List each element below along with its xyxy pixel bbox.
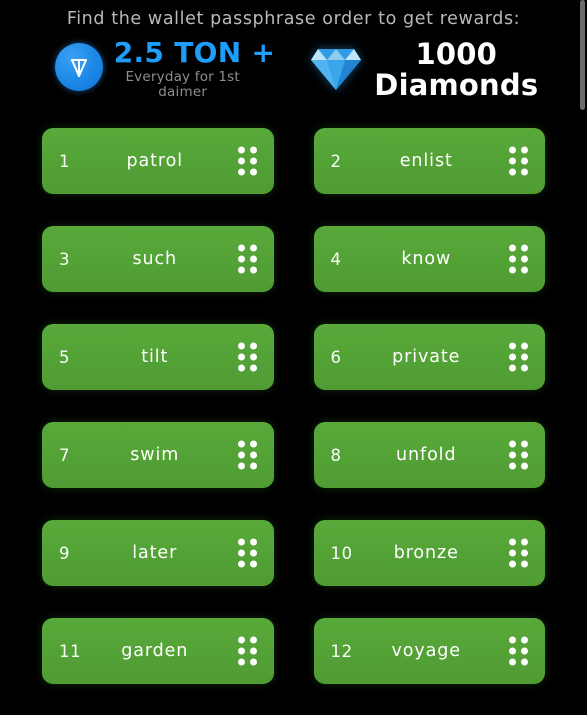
drag-handle-icon[interactable] (237, 342, 257, 372)
word-tile[interactable]: 1 patrol (42, 128, 274, 195)
drag-handle-icon[interactable] (237, 538, 257, 568)
drag-handle-icon[interactable] (237, 636, 257, 666)
reward-ton: 2.5 TON + Everyday for 1st daimer (54, 38, 276, 100)
drag-handle-icon[interactable] (237, 244, 257, 274)
ton-subtitle: Everyday for 1st daimer (125, 68, 240, 100)
drag-handle-icon[interactable] (509, 146, 528, 176)
drag-handle-icon[interactable] (509, 342, 528, 372)
tile-number: 7 (59, 445, 71, 465)
ton-logo-icon (54, 43, 103, 91)
tile-number: 12 (330, 641, 353, 661)
drag-handle-icon[interactable] (509, 244, 528, 274)
drag-handle-icon[interactable] (509, 440, 528, 470)
word-tile[interactable]: 11 garden (42, 618, 274, 685)
drag-handle-icon[interactable] (509, 538, 528, 568)
diamond-gem-icon (309, 41, 363, 97)
scrollbar-track[interactable] (580, 0, 587, 715)
tile-number: 1 (59, 151, 71, 171)
drag-handle-icon[interactable] (237, 440, 257, 470)
tile-number: 6 (330, 347, 342, 367)
tile-number: 9 (59, 543, 71, 563)
ton-amount: 2.5 TON + (113, 36, 276, 69)
drag-handle-icon[interactable] (509, 636, 528, 666)
diamonds-text-block: 1000 Diamonds (374, 38, 538, 100)
word-tile[interactable]: 9 later (42, 520, 274, 587)
scrollbar-thumb[interactable] (580, 0, 585, 110)
word-tile[interactable]: 12 voyage (313, 618, 545, 685)
tile-number: 5 (59, 347, 71, 367)
tile-number: 11 (59, 641, 82, 661)
header: Find the wallet passphrase order to get … (0, 0, 587, 100)
drag-handle-icon[interactable] (237, 146, 257, 176)
word-tile[interactable]: 3 such (42, 226, 274, 293)
ton-text-block: 2.5 TON + Everyday for 1st daimer (114, 38, 276, 100)
reward-diamonds: 1000 Diamonds (309, 38, 538, 100)
word-tile[interactable]: 4 know (313, 226, 545, 293)
tile-number: 2 (330, 151, 342, 171)
diamonds-label: Diamonds (374, 67, 539, 102)
tile-number: 8 (330, 445, 342, 465)
word-tile[interactable]: 2 enlist (313, 128, 545, 195)
tile-number: 10 (330, 543, 353, 563)
word-tile[interactable]: 8 unfold (313, 422, 545, 489)
word-tile[interactable]: 6 private (313, 324, 545, 391)
page-title: Find the wallet passphrase order to get … (66, 9, 521, 29)
passphrase-tile-grid: 1 patrol 2 enlist 3 such 4 know 5 tilt 6 private 7 sw… (0, 128, 587, 685)
tile-number: 4 (330, 249, 342, 269)
word-tile[interactable]: 7 swim (42, 422, 274, 489)
rewards-strip: 2.5 TON + Everyday for 1st daimer 1000 D… (0, 38, 587, 100)
word-tile[interactable]: 10 bronze (313, 520, 545, 587)
word-tile[interactable]: 5 tilt (42, 324, 274, 391)
tile-number: 3 (59, 249, 71, 269)
diamonds-count: 1000 (415, 37, 498, 71)
